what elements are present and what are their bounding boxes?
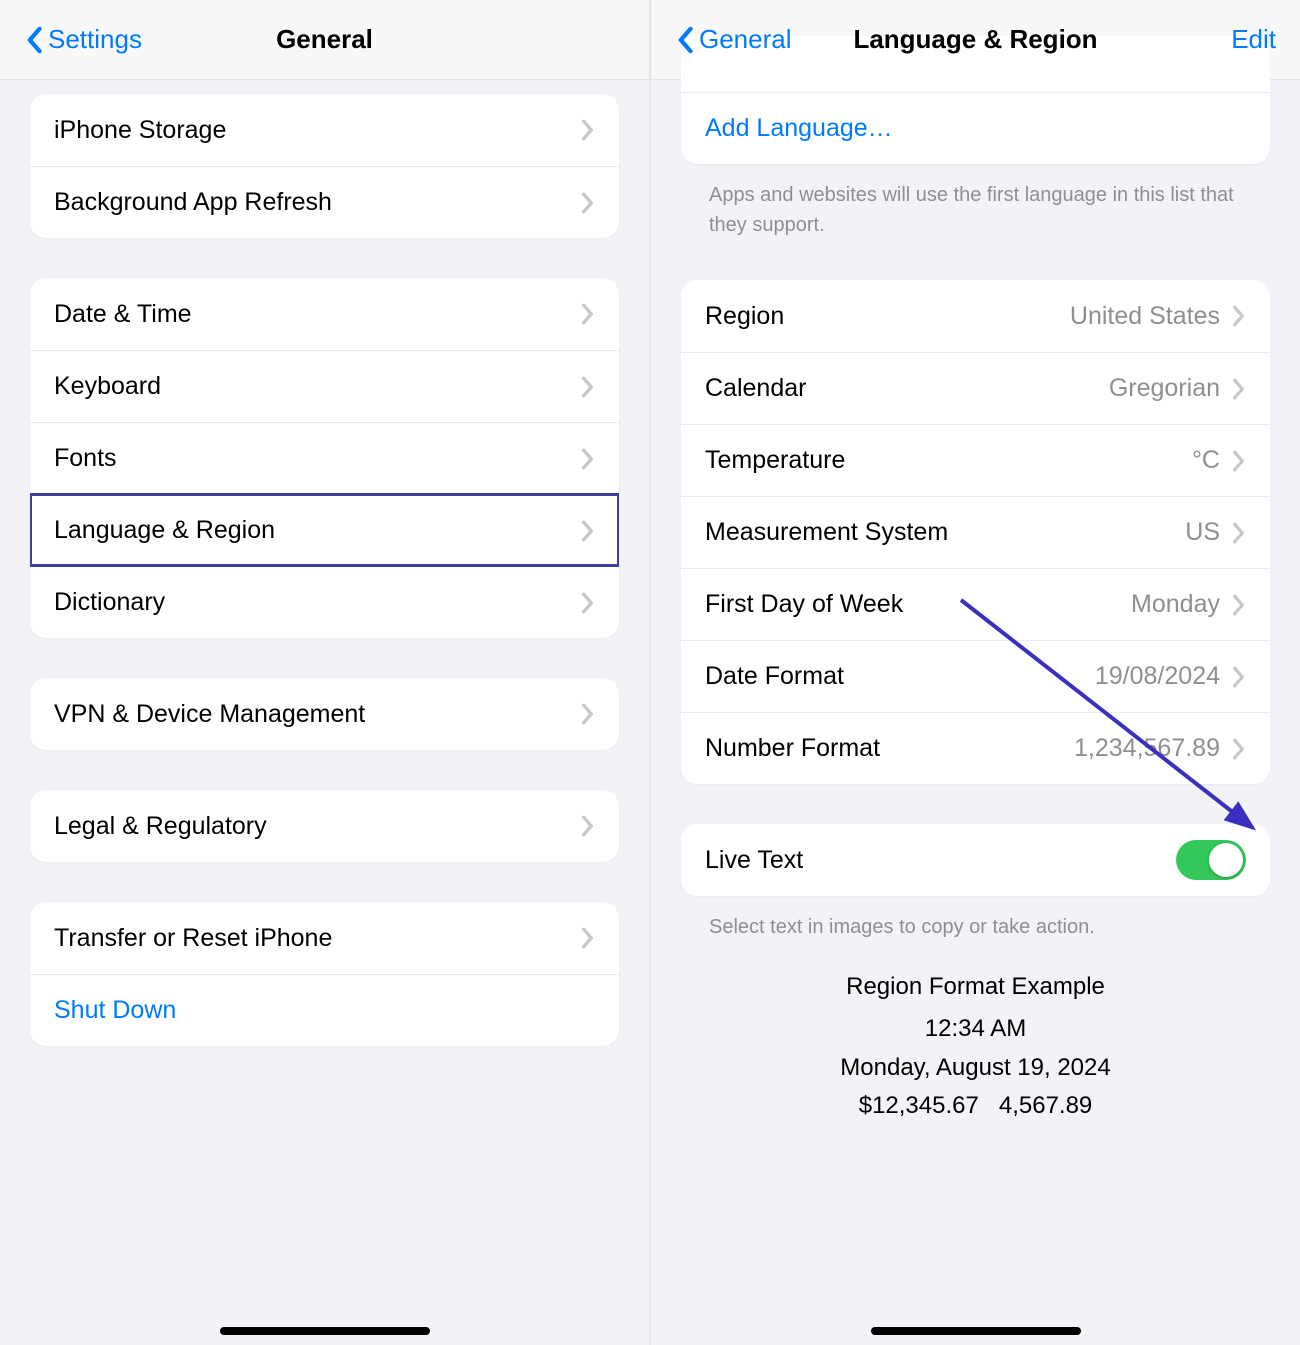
chevron-left-icon xyxy=(24,26,44,54)
row-transfer-reset[interactable]: Transfer or Reset iPhone xyxy=(30,902,619,974)
home-indicator[interactable] xyxy=(220,1327,430,1335)
example-time: 12:34 AM xyxy=(681,1010,1270,1048)
row-label: VPN & Device Management xyxy=(54,700,581,729)
row-value: 19/08/2024 xyxy=(1095,662,1220,691)
live-text-footer-text: Select text in images to copy or take ac… xyxy=(681,912,1270,942)
row-legal-regulatory[interactable]: Legal & Regulatory xyxy=(30,790,619,862)
chevron-right-icon xyxy=(1232,738,1246,760)
row-date-format[interactable]: Date Format19/08/2024 xyxy=(681,640,1270,712)
live-text-label: Live Text xyxy=(705,846,1176,875)
row-date-time[interactable]: Date & Time xyxy=(30,278,619,350)
row-label: Language & Region xyxy=(54,516,581,545)
row-label: iPhone Storage xyxy=(54,116,581,145)
general-settings-pane: Settings General iPhone Storage Backgroun… xyxy=(0,0,651,1345)
row-value: Monday xyxy=(1131,590,1220,619)
language-region-pane: General Language & Region Edit Add Langu… xyxy=(651,0,1300,1345)
region-format-example: Region Format Example 12:34 AM Monday, A… xyxy=(681,968,1270,1126)
chevron-right-icon xyxy=(1232,522,1246,544)
row-number-format[interactable]: Number Format1,234,567.89 xyxy=(681,712,1270,784)
row-language-region[interactable]: Language & Region xyxy=(30,494,619,566)
row-label: Date & Time xyxy=(54,300,581,329)
settings-group: VPN & Device Management xyxy=(30,678,619,750)
chevron-right-icon xyxy=(581,592,595,614)
languages-footer-text: Apps and websites will use the first lan… xyxy=(681,180,1270,240)
row-first-day-of-week[interactable]: First Day of WeekMonday xyxy=(681,568,1270,640)
row-value: Gregorian xyxy=(1109,374,1220,403)
settings-group: iPhone Storage Background App Refresh xyxy=(30,94,619,238)
row-label: Fonts xyxy=(54,444,581,473)
settings-group: Date & Time Keyboard Fonts Language & Regio… xyxy=(30,278,619,638)
row-label: Measurement System xyxy=(705,518,1185,547)
chevron-right-icon xyxy=(581,119,595,141)
chevron-right-icon xyxy=(581,303,595,325)
row-temperature[interactable]: Temperature°C xyxy=(681,424,1270,496)
row-label: Calendar xyxy=(705,374,1109,403)
navbar-general: Settings General xyxy=(0,0,649,80)
chevron-right-icon xyxy=(581,192,595,214)
page-title-general: General xyxy=(164,24,485,55)
example-title: Region Format Example xyxy=(681,968,1270,1006)
row-value: 1,234,567.89 xyxy=(1074,734,1220,763)
row-label: Dictionary xyxy=(54,588,581,617)
row-value: US xyxy=(1185,518,1220,547)
chevron-right-icon xyxy=(581,376,595,398)
row-keyboard[interactable]: Keyboard xyxy=(30,350,619,422)
row-dictionary[interactable]: Dictionary xyxy=(30,566,619,638)
row-vpn-device-management[interactable]: VPN & Device Management xyxy=(30,678,619,750)
back-label: Settings xyxy=(48,24,142,55)
right-content: Add Language… Apps and websites will use… xyxy=(651,80,1300,1166)
language-row-hidden[interactable] xyxy=(681,36,1270,92)
row-label: Legal & Regulatory xyxy=(54,812,581,841)
chevron-right-icon xyxy=(1232,594,1246,616)
add-language-label: Add Language… xyxy=(705,114,1246,143)
example-money-number: $12,345.67 4,567.89 xyxy=(681,1087,1270,1125)
settings-group: Transfer or Reset iPhone Shut Down xyxy=(30,902,619,1046)
back-to-settings-button[interactable]: Settings xyxy=(24,24,142,55)
example-date: Monday, August 19, 2024 xyxy=(681,1049,1270,1087)
chevron-right-icon xyxy=(581,927,595,949)
chevron-right-icon xyxy=(1232,666,1246,688)
row-value: °C xyxy=(1192,446,1220,475)
live-text-row: Live Text xyxy=(681,824,1270,896)
row-iphone-storage[interactable]: iPhone Storage xyxy=(30,94,619,166)
chevron-right-icon xyxy=(1232,378,1246,400)
row-calendar[interactable]: CalendarGregorian xyxy=(681,352,1270,424)
row-label: First Day of Week xyxy=(705,590,1131,619)
row-label: Number Format xyxy=(705,734,1074,763)
chevron-right-icon xyxy=(581,448,595,470)
row-label: Date Format xyxy=(705,662,1095,691)
row-label: Region xyxy=(705,302,1070,331)
add-language-row[interactable]: Add Language… xyxy=(681,92,1270,164)
settings-group: Legal & Regulatory xyxy=(30,790,619,862)
row-measurement-system[interactable]: Measurement SystemUS xyxy=(681,496,1270,568)
row-label: Background App Refresh xyxy=(54,188,581,217)
chevron-right-icon xyxy=(581,815,595,837)
row-region[interactable]: RegionUnited States xyxy=(681,280,1270,352)
row-label: Transfer or Reset iPhone xyxy=(54,924,581,953)
row-shut-down[interactable]: Shut Down xyxy=(30,974,619,1046)
chevron-right-icon xyxy=(581,520,595,542)
row-value: United States xyxy=(1070,302,1220,331)
row-fonts[interactable]: Fonts xyxy=(30,422,619,494)
chevron-right-icon xyxy=(1232,305,1246,327)
chevron-right-icon xyxy=(581,703,595,725)
live-text-group: Live Text xyxy=(681,824,1270,896)
chevron-right-icon xyxy=(1232,450,1246,472)
row-label: Temperature xyxy=(705,446,1192,475)
home-indicator[interactable] xyxy=(871,1327,1081,1335)
live-text-toggle[interactable] xyxy=(1176,840,1246,880)
row-label: Shut Down xyxy=(54,996,595,1025)
region-settings-group: RegionUnited StatesCalendarGregorianTemp… xyxy=(681,280,1270,784)
left-content: iPhone Storage Background App Refresh Date… xyxy=(0,80,649,1126)
row-background-app-refresh[interactable]: Background App Refresh xyxy=(30,166,619,238)
languages-group: Add Language… xyxy=(681,36,1270,164)
row-label: Keyboard xyxy=(54,372,581,401)
